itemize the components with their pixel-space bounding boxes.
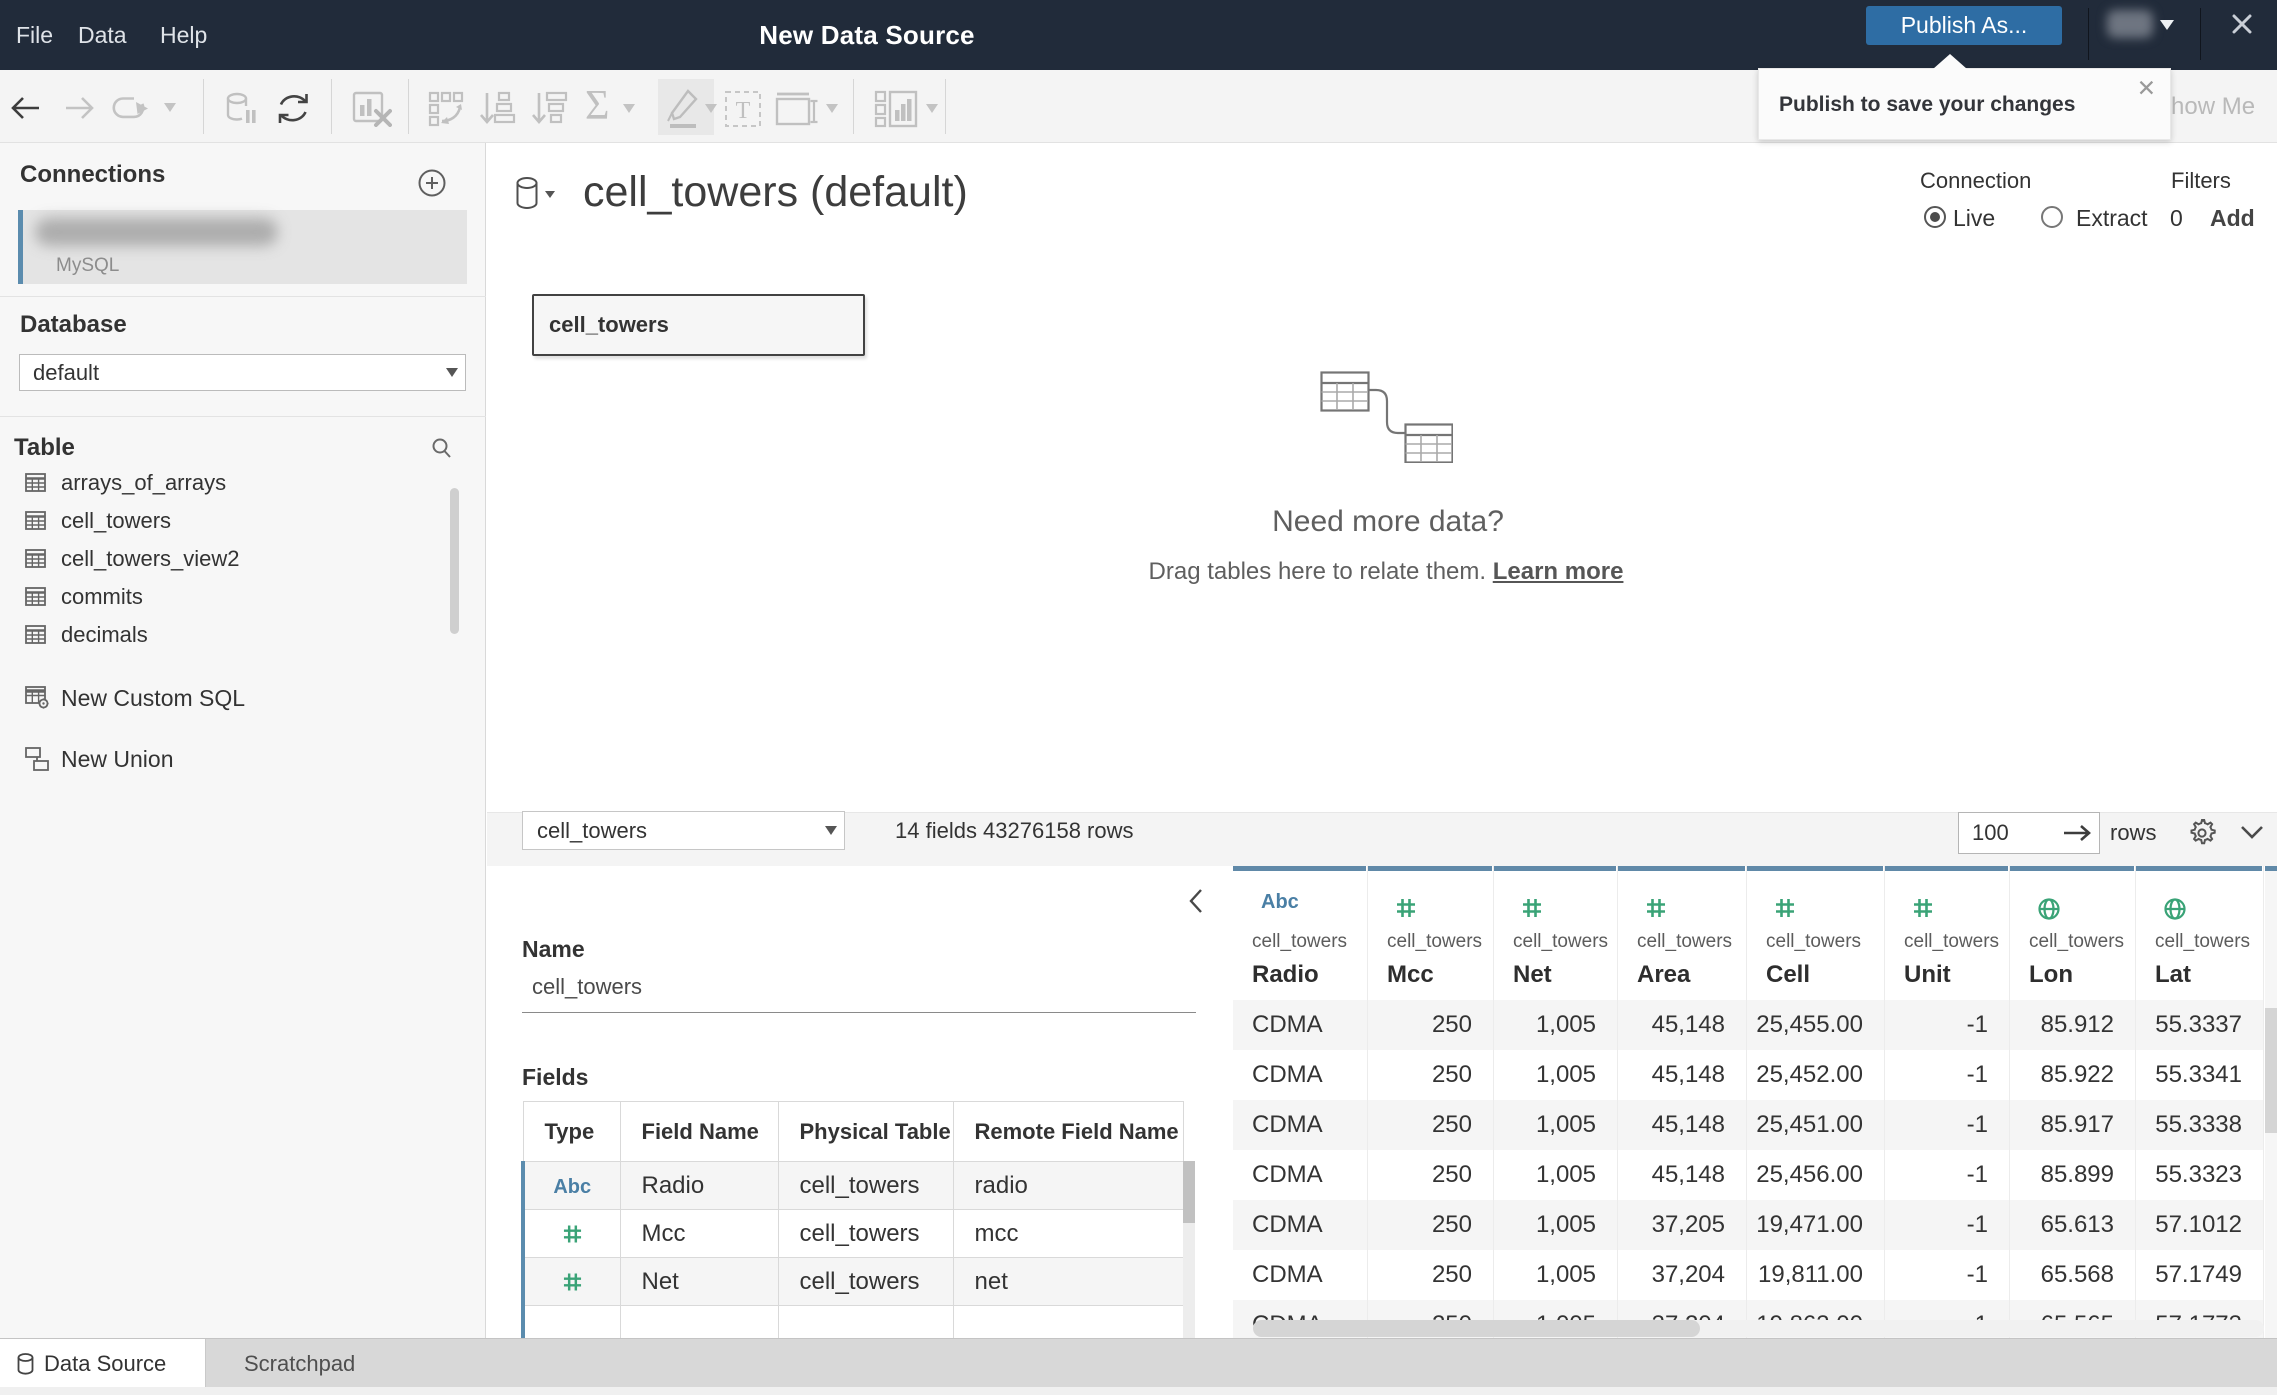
svg-text:T: T [736, 98, 751, 124]
